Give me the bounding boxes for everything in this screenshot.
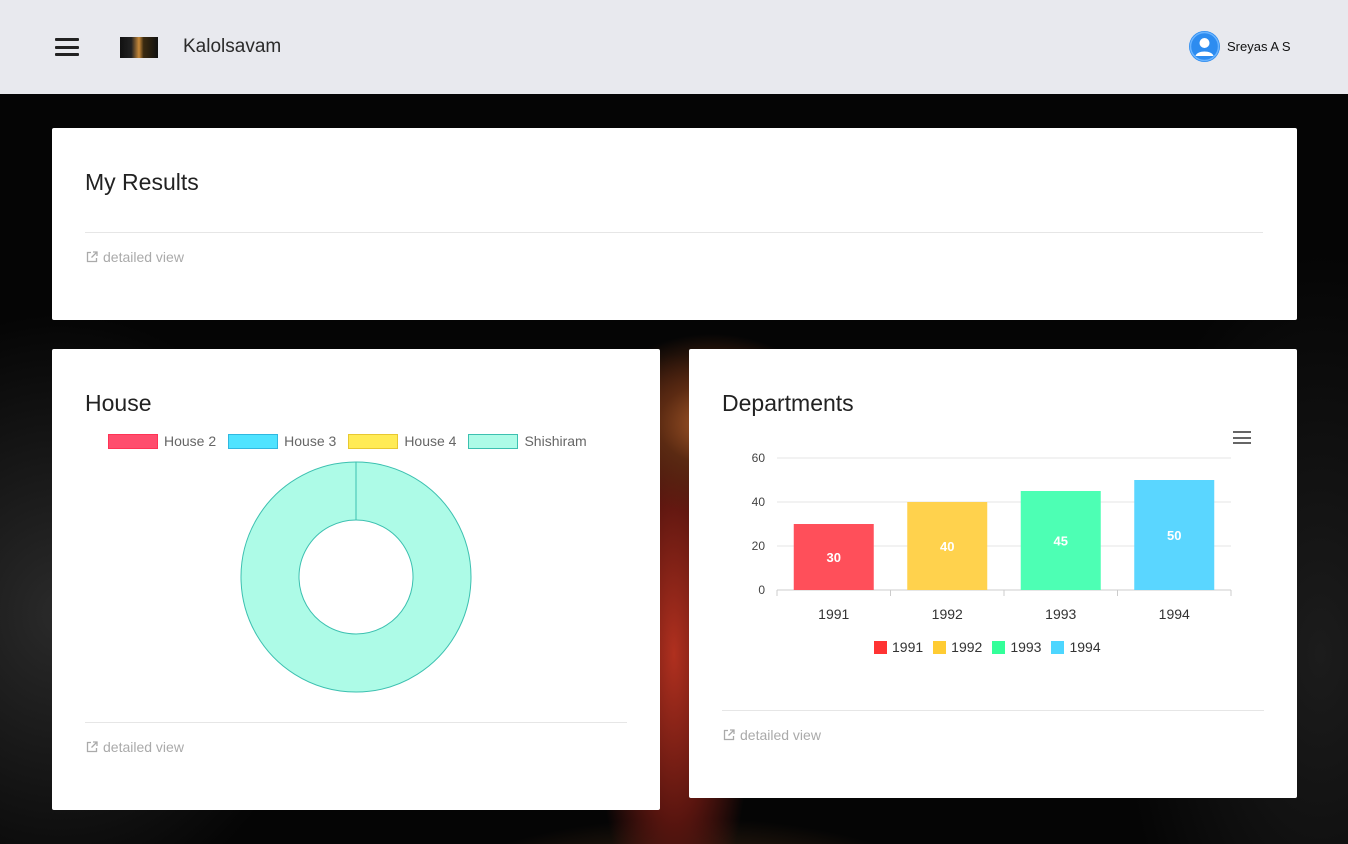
y-tick-label: 40 <box>752 495 766 509</box>
house-detailed-view-link[interactable]: detailed view <box>86 739 184 755</box>
detailed-view-label: detailed view <box>103 739 184 755</box>
top-app-bar: Kalolsavam Sreyas A S <box>0 0 1348 94</box>
legend-swatch <box>348 433 399 449</box>
user-avatar-icon <box>1189 31 1220 62</box>
x-tick-label: 1993 <box>1045 606 1076 622</box>
bar-data-label: 30 <box>827 550 841 565</box>
card-divider <box>722 710 1264 711</box>
legend-swatch <box>228 433 279 449</box>
x-tick-label: 1992 <box>932 606 963 622</box>
legend-swatch <box>992 640 1006 654</box>
legend-label: 1993 <box>1010 639 1042 655</box>
external-link-icon <box>86 741 98 753</box>
departments-title: Departments <box>722 390 854 416</box>
card-divider <box>85 232 1263 233</box>
external-link-icon <box>86 251 98 263</box>
legend-item[interactable]: House 3 <box>228 433 336 449</box>
hamburger-menu-icon[interactable] <box>55 38 79 56</box>
legend-item[interactable]: House 4 <box>348 433 456 449</box>
detailed-view-label: detailed view <box>740 727 821 743</box>
legend-item[interactable]: House 2 <box>108 433 216 449</box>
my-results-card: My Results detailed view <box>52 128 1297 320</box>
app-title: Kalolsavam <box>183 36 282 57</box>
y-tick-label: 60 <box>752 451 766 465</box>
legend-swatch <box>468 433 519 449</box>
legend-label: House 3 <box>284 433 337 449</box>
app-logo[interactable] <box>120 37 158 58</box>
departments-bar-chart: 0 20 40 60 30 1991 40 1992 45 1993 50 1994 <box>752 451 1232 622</box>
legend-label: 1991 <box>892 639 924 655</box>
departments-chart-legend: 1991 1992 1993 1994 <box>874 639 1111 655</box>
departments-detailed-view-link[interactable]: detailed view <box>723 727 821 743</box>
legend-label: Shishiram <box>524 433 587 449</box>
legend-swatch <box>1051 640 1065 654</box>
y-tick-label: 20 <box>752 539 766 553</box>
my-results-detailed-view-link[interactable]: detailed view <box>86 249 184 265</box>
departments-card: Departments 0 20 40 60 30 1991 40 1992 45 1993 50 1… <box>689 349 1297 798</box>
bar-data-label: 40 <box>940 539 954 554</box>
house-card: House House 2 House 3 House 4 Shishiram det… <box>52 349 660 810</box>
detailed-view-label: detailed view <box>103 249 184 265</box>
external-link-icon <box>723 729 735 741</box>
legend-swatch <box>874 640 887 654</box>
y-tick-label: 0 <box>758 583 765 597</box>
legend-item[interactable]: 1991 <box>874 639 923 655</box>
legend-item[interactable]: Shishiram <box>468 433 587 449</box>
user-menu[interactable]: Sreyas A S <box>1189 31 1291 62</box>
card-divider <box>85 722 627 723</box>
legend-item[interactable]: 1993 <box>992 639 1041 655</box>
house-title: House <box>85 390 152 416</box>
x-tick-label: 1994 <box>1159 606 1190 622</box>
legend-swatch <box>933 640 947 654</box>
house-doughnut-chart <box>240 461 472 693</box>
legend-item[interactable]: 1994 <box>1051 639 1101 655</box>
x-tick-label: 1991 <box>818 606 849 622</box>
bar-data-label: 45 <box>1054 534 1068 549</box>
chart-export-menu-icon[interactable] <box>1233 431 1251 444</box>
user-name: Sreyas A S <box>1227 39 1291 54</box>
bar-data-label: 50 <box>1167 528 1181 543</box>
legend-label: House 2 <box>164 433 217 449</box>
legend-label: 1994 <box>1069 639 1101 655</box>
my-results-title: My Results <box>85 169 199 195</box>
legend-swatch <box>108 433 158 449</box>
house-chart-legend: House 2 House 3 House 4 Shishiram <box>108 433 599 449</box>
legend-label: 1992 <box>951 639 983 655</box>
legend-label: House 4 <box>404 433 457 449</box>
legend-item[interactable]: 1992 <box>933 639 982 655</box>
